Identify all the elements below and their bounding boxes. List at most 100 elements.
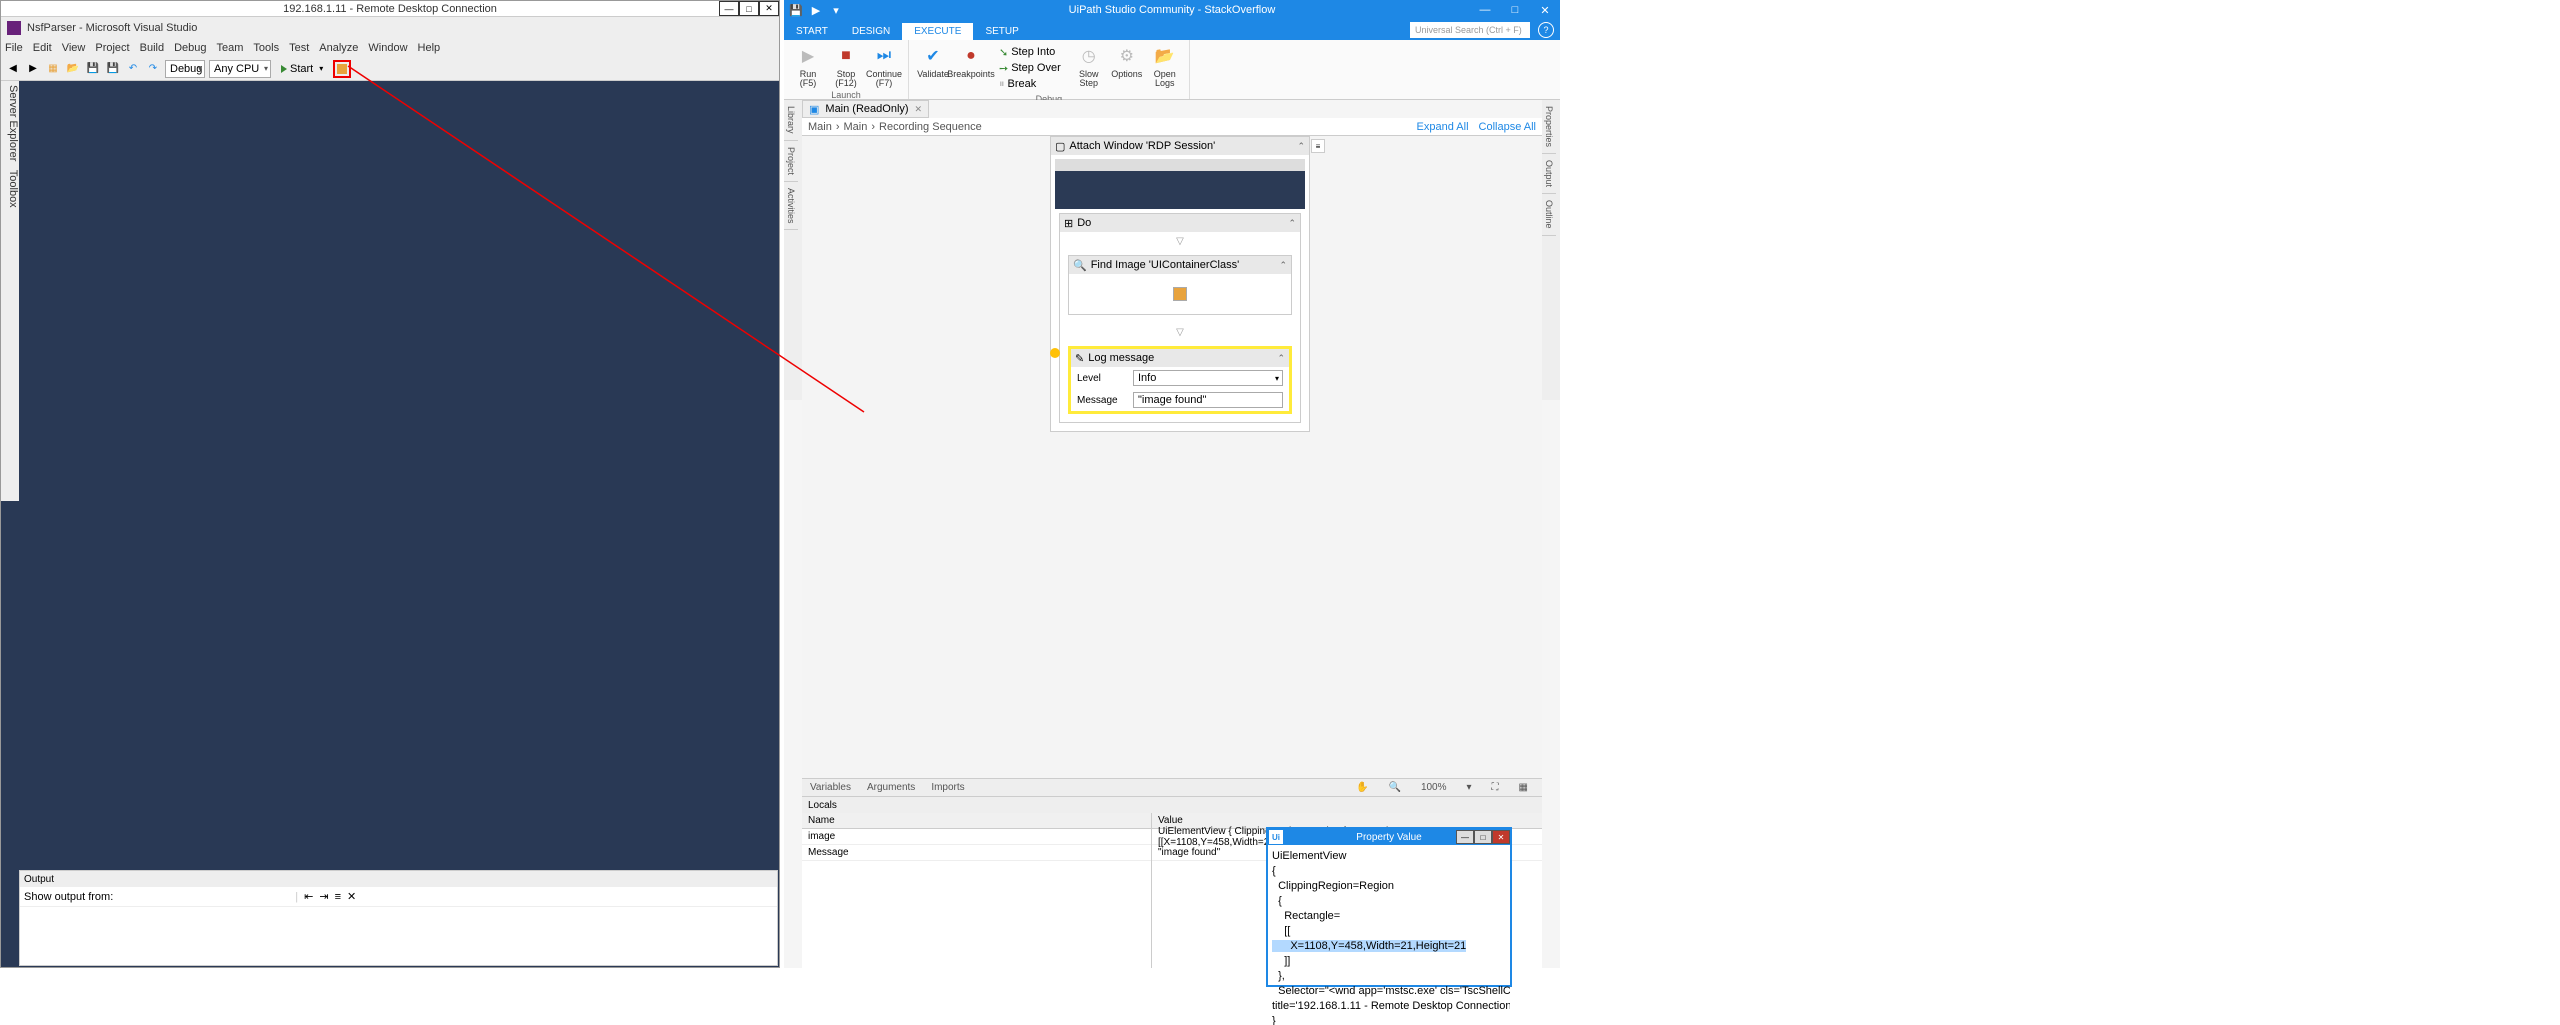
server-explorer-tab[interactable]: Server Explorer — [7, 85, 19, 161]
zoom-level[interactable]: 100% — [1413, 782, 1455, 793]
selected-text: X=1108,Y=458,Width=21,Height=21 — [1272, 940, 1466, 952]
close-button[interactable]: ✕ — [1530, 0, 1560, 20]
popup-body[interactable]: UiElementView { ClippingRegion=Region { … — [1268, 845, 1510, 1025]
undo-icon[interactable]: ↶ — [125, 61, 141, 77]
menu-edit[interactable]: Edit — [33, 42, 52, 54]
stop-icon: ■ — [834, 44, 858, 68]
output-icon-1[interactable]: ⇤ — [304, 890, 313, 903]
designer-canvas[interactable]: ▢Attach Window 'RDP Session'⌃ ≡ ⊞Do⌃ ▽ 🔍… — [802, 136, 1542, 778]
open-logs-button[interactable]: 📂Open Logs — [1147, 42, 1183, 90]
message-input[interactable]: "image found" — [1133, 392, 1283, 408]
breakpoints-button[interactable]: ●Breakpoints — [953, 42, 989, 81]
collapse-icon[interactable]: ⌃ — [1277, 353, 1285, 364]
activities-tab[interactable]: Activities — [784, 182, 798, 231]
outline-tab[interactable]: Outline — [1542, 194, 1556, 236]
project-tab[interactable]: Project — [784, 141, 798, 182]
nav-fwd-icon[interactable]: ▶ — [25, 61, 41, 77]
log-message-activity[interactable]: ✎Log message⌃ LevelInfo Message"image fo… — [1068, 346, 1292, 414]
redo-icon[interactable]: ↷ — [145, 61, 161, 77]
check-icon: ✔ — [921, 44, 945, 68]
toolbox-tab[interactable]: Toolbox — [7, 170, 19, 208]
minimize-button[interactable]: — — [1470, 0, 1500, 20]
run-icon[interactable]: ▶ — [810, 4, 822, 16]
close-button[interactable]: ✕ — [759, 1, 779, 16]
continue-button[interactable]: ⏭Continue (F7) — [866, 42, 902, 90]
tab-execute[interactable]: EXECUTE — [902, 23, 973, 40]
popup-maximize[interactable]: □ — [1474, 830, 1492, 844]
output-icon-2[interactable]: ⇥ — [319, 890, 328, 903]
menu-help[interactable]: Help — [418, 42, 441, 54]
save-icon[interactable]: 💾 — [85, 61, 101, 77]
fit-icon[interactable]: ⛶ — [1484, 782, 1507, 793]
step-over-button[interactable]: ➙Step Over — [995, 60, 1065, 76]
menu-analyze[interactable]: Analyze — [319, 42, 358, 54]
tab-start[interactable]: START — [784, 23, 840, 40]
validate-button[interactable]: ✔Validate — [915, 42, 951, 81]
config-dropdown[interactable]: Debug — [165, 60, 205, 78]
qat-more-icon[interactable]: ▾ — [830, 4, 842, 16]
output-icon-3[interactable]: ≡ — [335, 891, 341, 903]
variables-tab[interactable]: Variables — [802, 782, 859, 793]
menu-view[interactable]: View — [62, 42, 86, 54]
imports-tab[interactable]: Imports — [923, 782, 972, 793]
library-tab[interactable]: Library — [784, 100, 798, 141]
crumb-main[interactable]: Main — [808, 121, 832, 133]
step-into-button[interactable]: ➘Step Into — [995, 44, 1065, 60]
continue-icon: ⏭ — [872, 44, 896, 68]
run-button[interactable]: ▶Run (F5) — [790, 42, 826, 90]
pan-icon[interactable]: ✋ — [1348, 782, 1376, 793]
expand-all-button[interactable]: Expand All — [1417, 121, 1469, 133]
start-button[interactable]: Start ▾ — [275, 60, 329, 78]
menu-debug[interactable]: Debug — [174, 42, 206, 54]
output-tab[interactable]: Output — [1542, 154, 1556, 194]
locals-row-image[interactable]: image — [802, 829, 1151, 845]
collapse-icon[interactable]: ⌃ — [1288, 218, 1296, 229]
popup-close[interactable]: ✕ — [1492, 830, 1510, 844]
maximize-button[interactable]: □ — [739, 1, 759, 16]
save-all-icon[interactable]: 💾 — [105, 61, 121, 77]
qat: 💾 ▶ ▾ — [784, 4, 848, 16]
break-button[interactable]: ⏸Break — [995, 76, 1065, 92]
close-tab-icon[interactable]: ✕ — [915, 104, 923, 115]
level-dropdown[interactable]: Info — [1133, 370, 1283, 386]
save-icon[interactable]: 💾 — [790, 4, 802, 16]
collapse-all-button[interactable]: Collapse All — [1479, 121, 1536, 133]
do-sequence[interactable]: ⊞Do⌃ ▽ 🔍Find Image 'UIContainerClass'⌃ ▽ — [1059, 213, 1301, 423]
properties-tab[interactable]: Properties — [1542, 100, 1556, 154]
help-icon[interactable]: ? — [1538, 22, 1554, 38]
options-menu-icon[interactable]: ≡ — [1311, 139, 1325, 153]
open-file-icon[interactable]: 📂 — [65, 61, 81, 77]
menu-file[interactable]: File — [5, 42, 23, 54]
popup-minimize[interactable]: — — [1456, 830, 1474, 844]
output-clear-icon[interactable]: ✕ — [347, 890, 356, 903]
platform-dropdown[interactable]: Any CPU — [209, 60, 271, 78]
crumb-main2[interactable]: Main — [844, 121, 868, 133]
stop-button[interactable]: ■Stop (F12) — [828, 42, 864, 90]
options-button[interactable]: ⚙Options — [1109, 42, 1145, 81]
new-project-icon[interactable]: ▦ — [45, 61, 61, 77]
nav-back-icon[interactable]: ◀ — [5, 61, 21, 77]
tab-setup[interactable]: SETUP — [973, 23, 1030, 40]
menu-window[interactable]: Window — [368, 42, 407, 54]
maximize-button[interactable]: □ — [1500, 0, 1530, 20]
find-image-activity[interactable]: 🔍Find Image 'UIContainerClass'⌃ — [1068, 255, 1292, 315]
zoom-icon[interactable]: 🔍 — [1380, 782, 1408, 793]
menu-test[interactable]: Test — [289, 42, 309, 54]
crumb-recording[interactable]: Recording Sequence — [879, 121, 982, 133]
menu-team[interactable]: Team — [217, 42, 244, 54]
highlighted-toolbar-button[interactable] — [333, 60, 351, 78]
collapse-icon[interactable]: ⌃ — [1297, 141, 1305, 152]
menu-tools[interactable]: Tools — [253, 42, 279, 54]
minimize-button[interactable]: — — [719, 1, 739, 16]
tab-design[interactable]: DESIGN — [840, 23, 902, 40]
locals-row-message[interactable]: Message — [802, 845, 1151, 861]
collapse-icon[interactable]: ⌃ — [1279, 260, 1287, 271]
menu-build[interactable]: Build — [140, 42, 164, 54]
document-tab[interactable]: ▣ Main (ReadOnly) ✕ — [802, 100, 929, 118]
attach-window-activity[interactable]: ▢Attach Window 'RDP Session'⌃ ≡ ⊞Do⌃ ▽ 🔍… — [1050, 136, 1310, 432]
overview-icon[interactable]: ▦ — [1511, 782, 1536, 793]
slow-step-button[interactable]: ◷Slow Step — [1071, 42, 1107, 90]
arguments-tab[interactable]: Arguments — [859, 782, 923, 793]
search-input[interactable]: Universal Search (Ctrl + F) — [1410, 22, 1530, 38]
menu-project[interactable]: Project — [95, 42, 129, 54]
